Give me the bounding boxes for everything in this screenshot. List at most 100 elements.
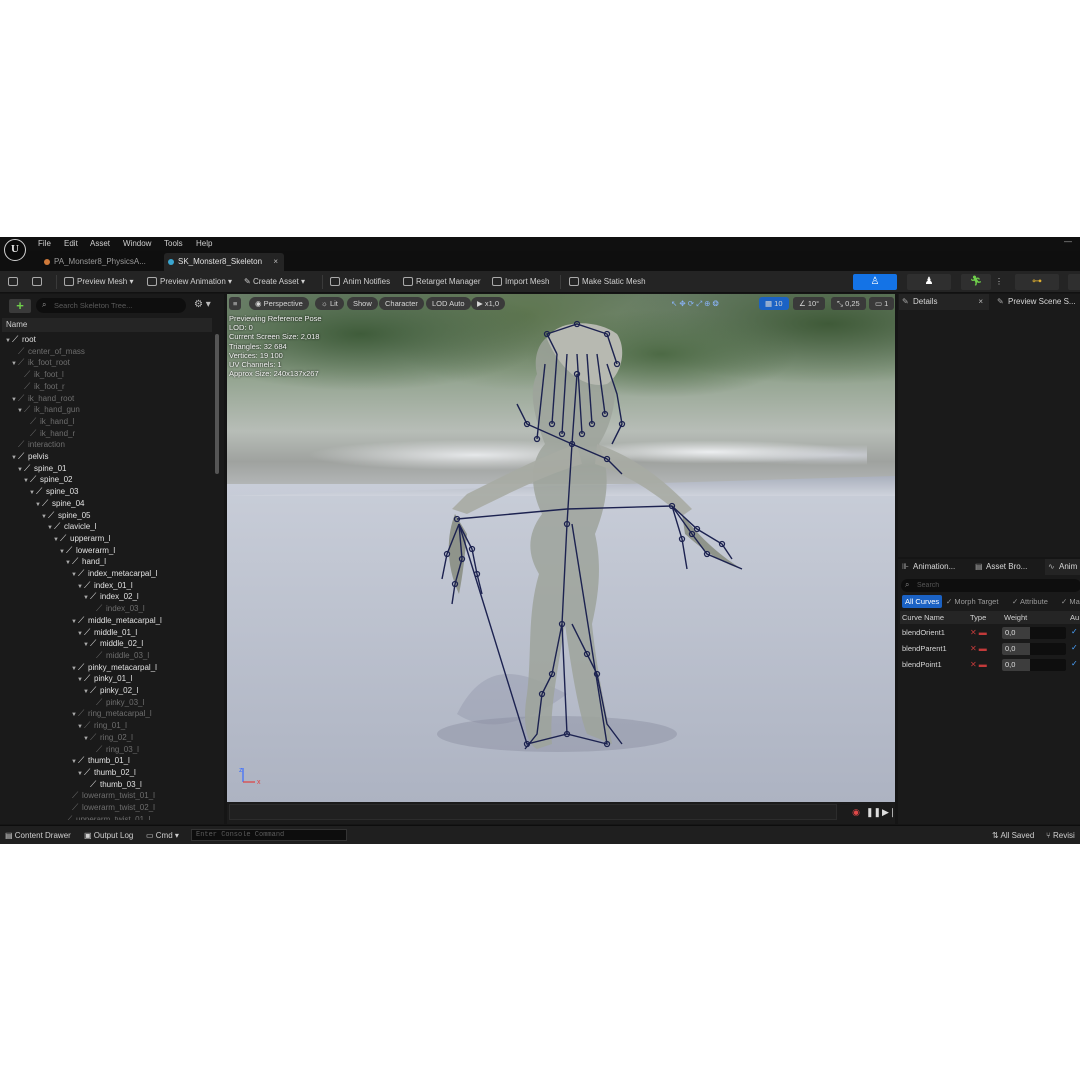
menu-window[interactable]: Window [123,238,151,250]
cmd-dropdown[interactable]: ▭ Cmd ▾ [146,830,179,841]
import-mesh-button[interactable]: Import Mesh [492,275,549,289]
tab-details[interactable]: ✎ Details × [899,294,989,310]
bone-row[interactable]: ▼⟋ pelvis [11,451,48,462]
bone-row[interactable]: ▼⟋ upperarm_l [53,533,110,544]
pause-button[interactable]: ❚❚ [866,806,881,818]
table-row[interactable]: blendOrient1 ✕▬ 0,0 ✓ [900,626,1080,640]
col-type[interactable]: Type [970,611,986,624]
bone-row[interactable]: ▼⟋ pinky_metacarpal_l [71,662,157,673]
lit-button[interactable]: ☼ Lit [315,297,344,310]
physics-mode-button[interactable] [1068,274,1080,290]
bone-row[interactable]: ▼⟋ clavicle_l [47,521,96,532]
lod-button[interactable]: LOD Auto [426,297,471,310]
window-minimize-button[interactable]: — [1064,237,1072,246]
browse-button[interactable] [32,275,45,289]
bone-row[interactable]: ⟋ ik_foot_r [17,381,65,392]
camera-speed-button[interactable]: ▭ 1 [869,297,895,310]
menu-edit[interactable]: Edit [64,238,78,250]
bone-row[interactable]: ▼⟋ middle_02_l [83,638,143,649]
rotation-snap-button[interactable]: ∠ 10° [793,297,826,310]
curve-type-icons[interactable]: ✕▬ [970,644,989,654]
bone-row[interactable]: ▼⟋ index_01_l [77,580,133,591]
bone-row[interactable]: ▼⟋ ring_02_l [83,732,133,743]
bone-row[interactable]: ⟋ ik_hand_l [23,416,74,427]
record-button[interactable]: ◉ [850,806,862,818]
bone-row[interactable]: ⟋ center_of_mass [11,346,85,357]
menu-file[interactable]: File [38,238,51,250]
table-row[interactable]: blendParent1 ✕▬ 0,0 ✓ [900,642,1080,656]
bone-row[interactable]: ▼⟋ root [5,334,36,345]
col-curve-name[interactable]: Curve Name [902,611,944,624]
menu-help[interactable]: Help [196,238,212,250]
bone-row[interactable]: ▼⟋ middle_metacarpal_l [71,615,162,626]
character-button[interactable]: Character [379,297,424,310]
filter-attribute[interactable]: ✓ Attribute [1012,595,1048,608]
bone-row[interactable]: ▼⟋ spine_05 [41,510,90,521]
curve-weight-field[interactable]: 0,0 [1002,627,1066,639]
monster-skeleton-preview[interactable] [227,294,895,802]
bone-row[interactable]: ▼⟋ hand_l [65,556,106,567]
auto-checkbox[interactable]: ✓ [1071,643,1078,652]
skeleton-tree-search-input[interactable] [52,299,180,311]
menu-asset[interactable]: Asset [90,238,110,250]
tab-physics-asset[interactable]: PA_Monster8_PhysicsA... [40,253,158,271]
bone-row[interactable]: ⟋ upperarm_twist_01_l [59,814,150,820]
bone-row[interactable]: ▼⟋ ik_hand_root [11,393,74,404]
tab-preview-scene-settings[interactable]: ✎ Preview Scene S... [994,294,1080,310]
bone-row[interactable]: ⟋ interaction [11,439,65,450]
add-socket-button[interactable]: + [9,299,31,313]
skeleton-mode-button[interactable]: ♙ [853,274,897,290]
col-auto[interactable]: Au [1070,611,1079,624]
bone-row[interactable]: ⟋ middle_03_l [89,650,149,661]
play-rate-button[interactable]: ▶ x1,0 [471,297,506,310]
bone-row[interactable]: ⟋ ik_foot_l [17,369,64,380]
preview-mesh-button[interactable]: Preview Mesh ▾ [64,275,134,289]
filter-morph-target[interactable]: ✓ Morph Target [946,595,998,608]
show-button[interactable]: Show [347,297,378,310]
unreal-logo-icon[interactable]: U [4,239,26,261]
bone-row[interactable]: ▼⟋ ring_01_l [77,720,127,731]
tab-animation[interactable]: ⊪ Animation... [899,559,969,575]
mode-options-button[interactable]: ⋮ [995,275,1003,289]
filter-all-curves[interactable]: All Curves [902,595,943,608]
save-button[interactable] [8,275,21,289]
bone-row[interactable]: ▼⟋ thumb_02_l [77,767,136,778]
mesh-mode-button[interactable]: ♟ [907,274,951,290]
curve-search[interactable]: ⌕ [901,579,1080,592]
preview-animation-button[interactable]: Preview Animation ▾ [147,275,232,289]
animation-mode-button[interactable]: 🏃︎ [961,274,991,290]
retarget-manager-button[interactable]: Retarget Manager [403,275,480,289]
auto-checkbox[interactable]: ✓ [1071,627,1078,636]
tree-scrollbar[interactable] [215,334,219,474]
anim-notifies-button[interactable]: Anim Notifies [330,275,390,289]
preview-viewport[interactable]: ≡ ◉ Perspective ☼ Lit Show Character LOD… [227,294,895,802]
output-log-button[interactable]: ▣ Output Log [84,830,133,841]
curve-type-icons[interactable]: ✕▬ [970,660,989,670]
menu-tools[interactable]: Tools [164,238,183,250]
bone-row[interactable]: ▼⟋ spine_02 [23,474,72,485]
curve-type-icons[interactable]: ✕▬ [970,628,989,638]
bone-row[interactable]: ⟋ ik_hand_r [23,428,75,439]
bone-row[interactable]: ▼⟋ spine_01 [17,463,66,474]
bone-row[interactable]: ⟋ pinky_03_l [89,697,144,708]
bone-row[interactable]: ▼⟋ middle_01_l [77,627,137,638]
tab-anim-curves[interactable]: ∿ Anim [1045,559,1080,575]
col-weight[interactable]: Weight [1004,611,1027,624]
bone-row[interactable]: ⟋ lowerarm_twist_02_l [65,802,155,813]
skeleton-tree-search[interactable]: ⌕ [36,298,186,313]
bone-row[interactable]: ▼⟋ index_02_l [83,591,139,602]
tab-asset-browser[interactable]: ▤ Asset Bro... [972,559,1042,575]
content-drawer-button[interactable]: ▤ Content Drawer [5,830,71,841]
gear-icon[interactable]: ⚙ ▾ [194,299,211,310]
close-icon[interactable]: × [978,294,983,310]
create-asset-button[interactable]: ✎ Create Asset ▾ [244,275,305,289]
console-command-input[interactable] [191,829,347,841]
bone-row[interactable]: ▼⟋ spine_04 [35,498,84,509]
bone-row[interactable]: ▼⟋ pinky_02_l [83,685,138,696]
bone-row[interactable]: ▼⟋ thumb_01_l [71,755,130,766]
viewport-menu-button[interactable]: ≡ [229,297,242,310]
transform-tools[interactable]: ↖ ✥ ⟳ ⤢ ⊕ ❂ [665,297,725,310]
bone-row[interactable]: ▼⟋ lowerarm_l [59,545,115,556]
bone-row[interactable]: ▼⟋ spine_03 [29,486,78,497]
step-forward-button[interactable]: ▶❘ [882,806,896,818]
